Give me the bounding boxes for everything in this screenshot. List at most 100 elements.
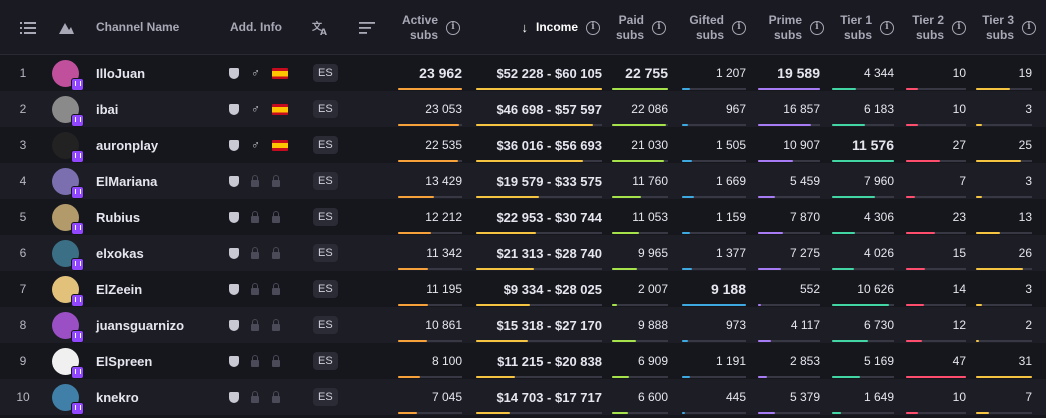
prime-value: 19 589	[777, 65, 820, 81]
language-badge: ES	[313, 271, 338, 307]
mountain-icon[interactable]	[58, 0, 74, 55]
active-bar-fill	[398, 412, 417, 414]
channel-name-link[interactable]: ElSpreen	[96, 343, 152, 379]
prime-bar-fill	[758, 412, 775, 414]
sort-desc-icon[interactable]: ↓	[521, 20, 528, 35]
active-value: 23 962	[419, 65, 462, 81]
channel-name-link[interactable]: ElZeein	[96, 271, 142, 307]
avatar[interactable]	[52, 55, 84, 91]
channel-name-header[interactable]: Channel Name	[96, 0, 179, 55]
tier2-value: 27	[952, 138, 966, 152]
info-icon[interactable]: i	[732, 20, 746, 35]
tier2-value: 47	[952, 354, 966, 368]
info-icon[interactable]: i	[446, 20, 460, 35]
active-subs-header[interactable]: Active subs i	[386, 0, 460, 55]
avatar[interactable]	[52, 271, 84, 307]
tier3-bar-fill	[976, 340, 979, 342]
avatar[interactable]	[52, 199, 84, 235]
channel-name-link[interactable]: juansguarnizo	[96, 307, 184, 343]
filter-lines-icon[interactable]	[359, 0, 375, 55]
gifted-bar-fill	[682, 376, 690, 378]
tier2-bar-fill	[906, 412, 918, 414]
gifted-subs-header[interactable]: Gifted subs i	[676, 0, 746, 55]
active-subs-label: Active	[401, 12, 438, 27]
tier1-subs-header[interactable]: Tier 1 subs i	[830, 0, 894, 55]
tier3-bar-fill	[976, 268, 1023, 270]
tier3-value: 3	[1025, 102, 1032, 116]
tier3-subs-header[interactable]: Tier 3 subs i	[972, 0, 1036, 55]
avatar[interactable]	[52, 127, 84, 163]
channel-name-link[interactable]: ibai	[96, 91, 118, 127]
info-icon[interactable]: i	[1022, 20, 1036, 35]
channel-name-link[interactable]: IlloJuan	[96, 55, 145, 91]
rank: 2	[19, 102, 27, 116]
info-icon[interactable]: i	[586, 20, 600, 35]
info-icon[interactable]: i	[952, 20, 966, 35]
paid-subs-label-2: subs	[615, 27, 644, 42]
paid-value: 2 007	[637, 282, 668, 296]
prime-bar-fill	[758, 88, 820, 90]
tier1-bar-fill	[832, 268, 854, 270]
avatar[interactable]	[52, 307, 84, 343]
table-row[interactable]: 6 elxokas ES 11 342 $21 313 - $28 740 9 965 1 …	[0, 235, 1046, 271]
gifted-value: 1 505	[715, 138, 746, 152]
tier2-subs-header[interactable]: Tier 2 subs i	[904, 0, 966, 55]
channel-name-link[interactable]: knekro	[96, 379, 139, 415]
channel-name-link[interactable]: ElMariana	[96, 163, 157, 199]
info-icon[interactable]: i	[880, 20, 894, 35]
prime-subs-header[interactable]: Prime subs i	[756, 0, 824, 55]
prime-subs-label-2: subs	[773, 27, 802, 42]
gender-icon: ♂	[251, 66, 260, 80]
shield-icon	[229, 163, 241, 199]
active-bar-fill	[398, 160, 458, 162]
shield-icon	[229, 271, 241, 307]
table-row[interactable]: 10 knekro ES 7 045 $14 703 - $17 717 6 600 445…	[0, 379, 1046, 415]
channel-name-link[interactable]: auronplay	[96, 127, 158, 163]
channel-name-link[interactable]: elxokas	[96, 235, 144, 271]
translate-icon[interactable]: 文A	[312, 0, 330, 55]
table-row[interactable]: 3 auronplay ♂ ES 22 535 $36 016 - $56 693 21 0…	[0, 127, 1046, 163]
table-row[interactable]: 7 ElZeein ES 11 195 $9 334 - $28 025 2 007 9 1…	[0, 271, 1046, 307]
prime-bar-fill	[758, 160, 793, 162]
tier3-value: 25	[1018, 138, 1032, 152]
language-badge: ES	[313, 127, 338, 163]
paid-subs-header[interactable]: Paid subs i	[610, 0, 666, 55]
lock-icon	[272, 271, 282, 307]
lock-icon	[272, 235, 282, 271]
active-value: 11 342	[426, 246, 462, 260]
table-row[interactable]: 1 IlloJuan ♂ ES 23 962 $52 228 - $60 105 22 75…	[0, 55, 1046, 91]
avatar[interactable]	[52, 343, 84, 379]
channel-name-link[interactable]: Rubius	[96, 199, 140, 235]
prime-bar-track	[758, 376, 820, 378]
income-bar-fill	[476, 124, 593, 126]
table-row[interactable]: 9 ElSpreen ES 8 100 $11 215 - $20 838 6 909 1 …	[0, 343, 1046, 379]
avatar[interactable]	[52, 379, 84, 415]
gifted-value: 1 669	[715, 174, 746, 188]
gifted-bar-fill	[682, 340, 688, 342]
income-value: $15 318 - $27 170	[496, 317, 602, 333]
table-row[interactable]: 2 ibai ♂ ES 23 053 $46 698 - $57 597 22 086 967…	[0, 91, 1046, 127]
tier1-value: 6 730	[863, 318, 894, 332]
income-value: $9 334 - $28 025	[503, 281, 602, 297]
language-badge: ES	[313, 91, 338, 127]
list-view-icon[interactable]	[20, 0, 36, 55]
prime-bar-fill	[758, 124, 811, 126]
income-header[interactable]: ↓ Income i	[470, 0, 600, 55]
prime-bar-fill	[758, 376, 767, 378]
tier3-value: 3	[1025, 282, 1032, 296]
avatar[interactable]	[52, 235, 84, 271]
tier1-bar-fill	[832, 232, 855, 234]
twitch-icon	[71, 365, 84, 379]
tier3-bar-track	[976, 196, 1032, 198]
prime-value: 552	[799, 282, 820, 296]
avatar[interactable]	[52, 91, 84, 127]
info-icon[interactable]: i	[810, 20, 824, 35]
language-badge: ES	[313, 307, 338, 343]
table-row[interactable]: 5 Rubius ES 12 212 $22 953 - $30 744 11 053 1 …	[0, 199, 1046, 235]
tier1-bar-fill	[832, 376, 860, 378]
income-value: $19 579 - $33 575	[496, 173, 602, 189]
avatar[interactable]	[52, 163, 84, 199]
table-row[interactable]: 8 juansguarnizo ES 10 861 $15 318 - $27 170 9…	[0, 307, 1046, 343]
table-row[interactable]: 4 ElMariana ES 13 429 $19 579 - $33 575 11 76…	[0, 163, 1046, 199]
info-icon[interactable]: i	[652, 20, 666, 35]
